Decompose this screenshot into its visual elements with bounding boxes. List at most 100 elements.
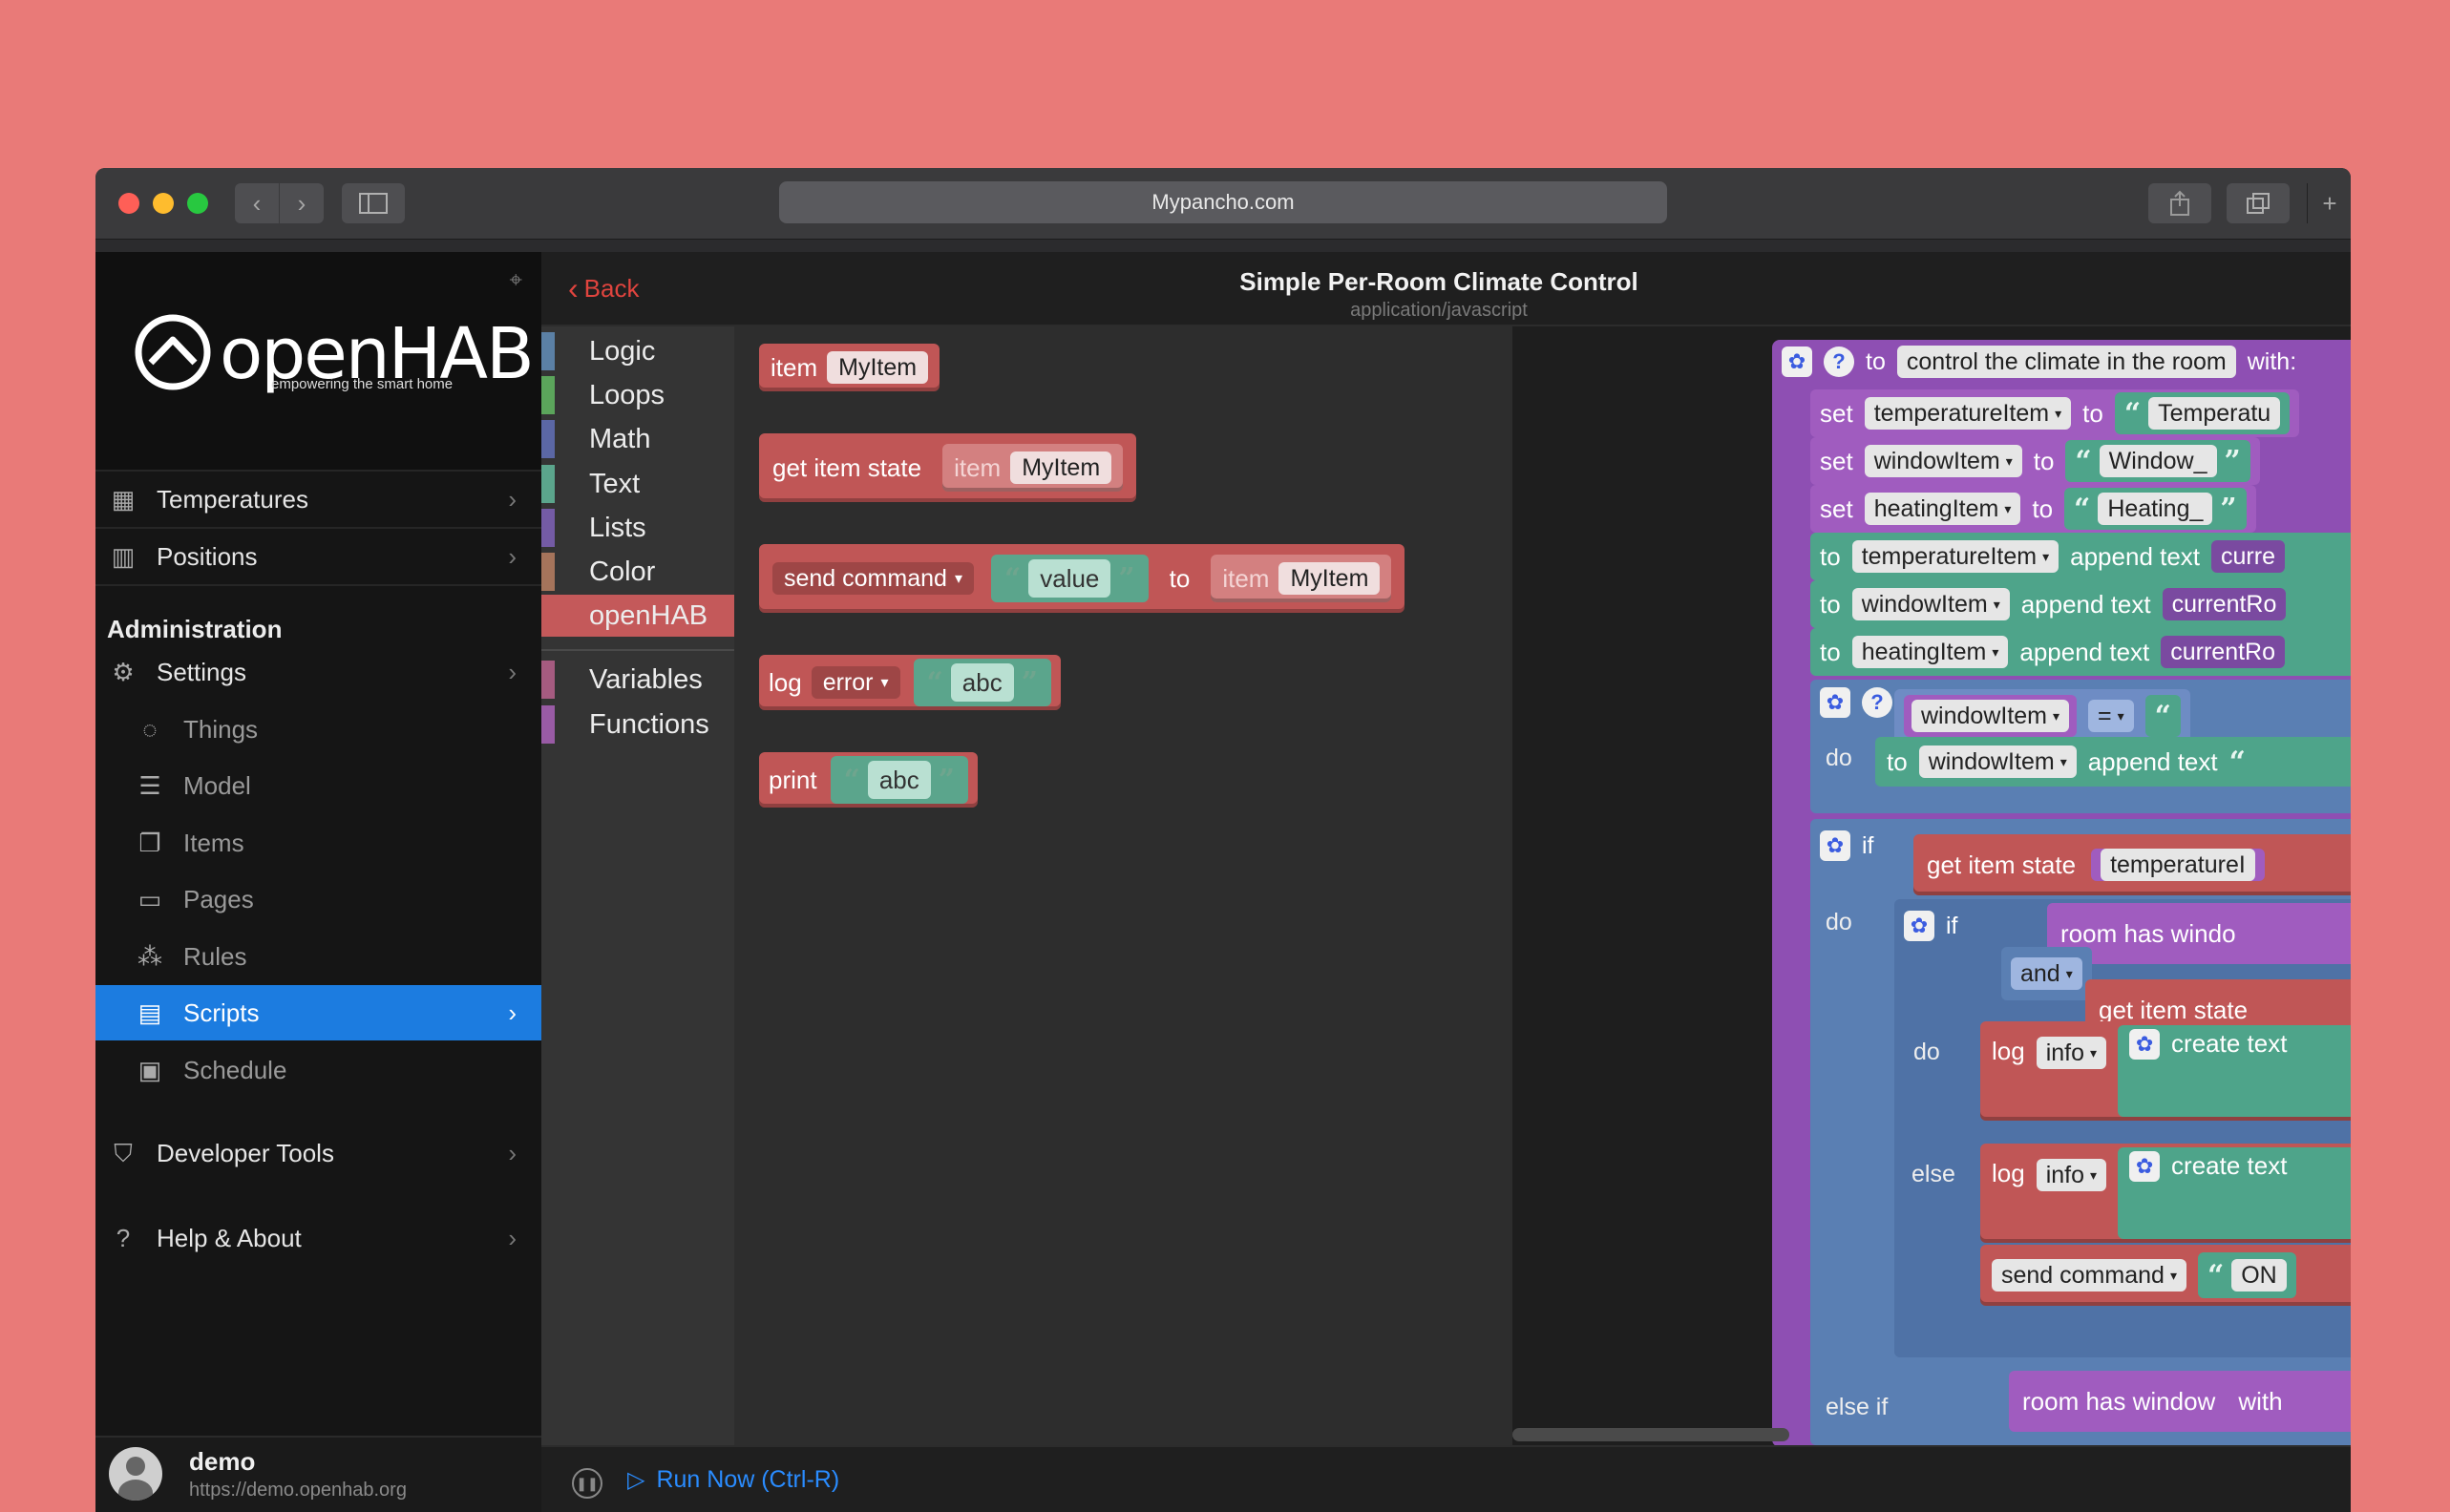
- block-item-nested[interactable]: item MyItem: [942, 444, 1124, 492]
- variable-dropdown[interactable]: temperatureItem ▾: [1864, 397, 2072, 430]
- forward-nav-button[interactable]: ›: [280, 183, 324, 223]
- nav-item-rules[interactable]: ⁂ Rules: [95, 929, 541, 984]
- log-level-dropdown[interactable]: info ▾: [2036, 1037, 2107, 1069]
- category-math[interactable]: Math: [541, 418, 734, 460]
- minimize-window-button[interactable]: [153, 193, 174, 214]
- variable-field[interactable]: temperatureI: [2091, 849, 2265, 881]
- block-send-command[interactable]: send command ▾ “ON: [1980, 1245, 2351, 1306]
- category-logic[interactable]: Logic: [541, 330, 734, 372]
- text-field[interactable]: value: [1028, 559, 1111, 598]
- block-print[interactable]: print “ abc ”: [759, 752, 979, 808]
- command-dropdown[interactable]: send command ▾: [1992, 1259, 2186, 1292]
- block-log[interactable]: log error ▾ “ abc ”: [759, 655, 1061, 710]
- gear-icon[interactable]: ✿: [1782, 346, 1812, 377]
- block-send-command[interactable]: send command ▾ “ value ” to item MyItem: [759, 544, 1405, 613]
- text-field[interactable]: Heating_: [2098, 493, 2213, 525]
- block-and[interactable]: and ▾: [2001, 947, 2092, 1000]
- gear-icon[interactable]: ✿: [1820, 830, 1850, 861]
- block-append-do[interactable]: to windowItem ▾ append text “: [1875, 737, 2351, 787]
- share-button[interactable]: [2148, 183, 2211, 223]
- item-name-field[interactable]: MyItem: [827, 351, 929, 384]
- text-field[interactable]: Temperatu: [2148, 397, 2281, 430]
- block-set-heating[interactable]: set heatingItem ▾ to “Heating_”: [1810, 485, 2256, 533]
- gear-icon[interactable]: ✿: [2129, 1029, 2161, 1060]
- category-color[interactable]: Color: [541, 551, 734, 593]
- nav-item-temperatures[interactable]: ▦ Temperatures ›: [95, 472, 541, 527]
- block-text-value[interactable]: “Window_”: [2065, 440, 2250, 482]
- back-nav-button[interactable]: ‹: [235, 183, 279, 223]
- item-name-field[interactable]: MyItem: [1010, 452, 1112, 484]
- category-functions[interactable]: Functions: [541, 704, 734, 746]
- text-field[interactable]: abc: [867, 761, 931, 799]
- block-compare[interactable]: windowItem ▾ = ▾ “: [1894, 689, 2190, 743]
- block-function-header[interactable]: ✿ ? to control the climate in the room w…: [1782, 346, 2296, 378]
- block-append-window[interactable]: to windowItem ▾ append text currentRo: [1810, 580, 2351, 628]
- category-variables[interactable]: Variables: [541, 659, 734, 701]
- block-text-value[interactable]: “ abc ”: [830, 756, 969, 804]
- blockly-workspace[interactable]: ✿ ? to control the climate in the room w…: [1512, 326, 2351, 1445]
- item-name-field[interactable]: MyItem: [1278, 562, 1381, 595]
- new-tab-button[interactable]: +: [2307, 183, 2351, 223]
- block-text-value[interactable]: “ value ”: [990, 555, 1149, 602]
- block-text-value[interactable]: “ abc ”: [913, 659, 1051, 706]
- user-profile[interactable]: demo https://demo.openhab.org: [95, 1436, 541, 1512]
- block-create-text[interactable]: ✿ create text: [2118, 1025, 2351, 1117]
- variable-dropdown[interactable]: windowItem ▾: [1918, 746, 2077, 778]
- command-dropdown[interactable]: send command ▾: [772, 562, 974, 595]
- nav-item-settings[interactable]: ⚙ Settings ›: [95, 644, 541, 700]
- variable-dropdown[interactable]: heatingItem ▾: [1864, 493, 2021, 525]
- sidebar-toggle-button[interactable]: [342, 183, 405, 223]
- log-level-dropdown[interactable]: error ▾: [811, 666, 900, 699]
- category-openhab[interactable]: openHAB: [541, 595, 734, 637]
- help-icon[interactable]: ?: [1824, 346, 1854, 377]
- text-field[interactable]: Window_: [2099, 445, 2217, 477]
- block-create-text[interactable]: ✿ create text: [2118, 1147, 2351, 1239]
- block-room-has-window[interactable]: room has window with: [2009, 1371, 2351, 1432]
- variable-dropdown[interactable]: windowItem ▾: [1851, 588, 2010, 620]
- variable-dropdown[interactable]: windowItem ▾: [1911, 700, 2070, 732]
- nav-item-help-about[interactable]: ? Help & About ›: [95, 1210, 541, 1266]
- block-set-window[interactable]: set windowItem ▾ to “Window_”: [1810, 437, 2260, 485]
- variable-dropdown[interactable]: heatingItem ▾: [1851, 636, 2009, 668]
- nav-item-scripts[interactable]: ▤ Scripts ›: [95, 985, 541, 1040]
- block-item-nested[interactable]: item MyItem: [1211, 555, 1392, 602]
- block-log-info[interactable]: log info ▾ ✿ create text: [1980, 1021, 2351, 1121]
- pause-button[interactable]: ❚❚: [572, 1468, 602, 1499]
- block-append-heating[interactable]: to heatingItem ▾ append text currentRo: [1810, 628, 2351, 676]
- function-name-field[interactable]: control the climate in the room: [1896, 346, 2236, 378]
- workspace-scrollbar[interactable]: [1512, 1428, 1789, 1441]
- category-lists[interactable]: Lists: [541, 507, 734, 549]
- nav-item-pages[interactable]: ▭ Pages: [95, 872, 541, 927]
- block-append-temperature[interactable]: to temperatureItem ▾ append text curre: [1810, 533, 2351, 580]
- maximize-window-button[interactable]: [187, 193, 208, 214]
- block-variable-get[interactable]: windowItem ▾: [1904, 695, 2078, 737]
- text-field[interactable]: ON: [2231, 1259, 2287, 1292]
- category-loops[interactable]: Loops: [541, 374, 734, 416]
- gear-icon[interactable]: ✿: [2129, 1151, 2161, 1182]
- variable-field[interactable]: curre: [2211, 540, 2285, 573]
- logic-operator-dropdown[interactable]: and ▾: [2011, 957, 2082, 990]
- block-get-item-state[interactable]: get item state item MyItem: [759, 433, 1137, 502]
- tabs-overview-button[interactable]: [2227, 183, 2290, 223]
- help-icon[interactable]: ?: [1862, 687, 1892, 718]
- log-level-dropdown[interactable]: info ▾: [2036, 1159, 2107, 1191]
- block-get-item-state[interactable]: get item state temperatureI: [1913, 834, 2351, 895]
- run-now-button[interactable]: ▷ Run Now (Ctrl-R): [627, 1466, 839, 1494]
- block-text-value[interactable]: “ON: [2197, 1252, 2296, 1298]
- nav-item-schedule[interactable]: ▣ Schedule: [95, 1042, 541, 1098]
- variable-field[interactable]: currentRo: [2161, 636, 2286, 668]
- gear-icon[interactable]: ✿: [1820, 687, 1850, 718]
- variable-dropdown[interactable]: windowItem ▾: [1864, 445, 2022, 477]
- nav-item-things[interactable]: ◌ Things: [95, 702, 541, 757]
- block-room-has-window[interactable]: room has windo: [2047, 903, 2351, 964]
- block-log-info[interactable]: log info ▾ ✿ create text: [1980, 1144, 2351, 1243]
- block-text-value[interactable]: “: [2144, 695, 2181, 737]
- pin-icon[interactable]: ⌖: [509, 267, 522, 294]
- nav-item-positions[interactable]: ▥ Positions ›: [95, 529, 541, 584]
- variable-field[interactable]: currentRo: [2162, 588, 2287, 620]
- nav-item-developer-tools[interactable]: ⛉ Developer Tools ›: [95, 1125, 541, 1181]
- text-field[interactable]: abc: [950, 663, 1014, 702]
- category-text[interactable]: Text: [541, 463, 734, 505]
- variable-dropdown[interactable]: temperatureItem ▾: [1851, 540, 2059, 573]
- nav-item-model[interactable]: ☰ Model: [95, 758, 541, 813]
